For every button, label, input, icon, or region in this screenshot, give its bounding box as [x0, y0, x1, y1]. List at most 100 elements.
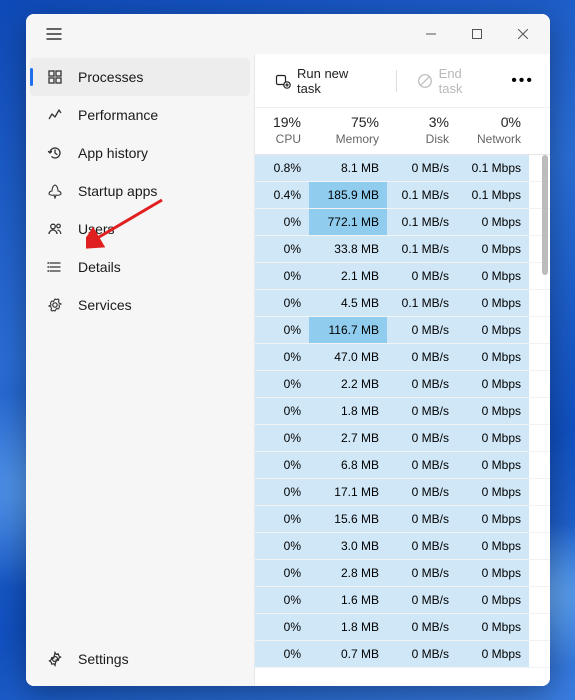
sidebar-item-details[interactable]: Details — [30, 248, 250, 286]
processes-icon — [46, 69, 64, 85]
table-row[interactable]: 0%2.1 MB0 MB/s0 Mbps — [255, 263, 550, 290]
table-row[interactable]: 0%0.7 MB0 MB/s0 Mbps — [255, 641, 550, 668]
cell-memory: 1.8 MB — [309, 614, 387, 640]
column-header-network[interactable]: ⌄ 0% Network — [457, 114, 529, 146]
cell-disk: 0.1 MB/s — [387, 209, 457, 235]
table-row[interactable]: 0%4.5 MB0.1 MB/s0 Mbps — [255, 290, 550, 317]
cell-memory: 1.6 MB — [309, 587, 387, 613]
memory-label: Memory — [336, 132, 379, 146]
column-header-memory[interactable]: 75% Memory — [309, 114, 387, 146]
cell-memory: 1.8 MB — [309, 398, 387, 424]
cell-disk: 0 MB/s — [387, 371, 457, 397]
cell-disk: 0 MB/s — [387, 344, 457, 370]
sidebar-item-users[interactable]: Users — [30, 210, 250, 248]
titlebar — [26, 14, 550, 54]
cell-network: 0 Mbps — [457, 236, 529, 262]
task-manager-window: Processes Performance App history Startup a… — [26, 14, 550, 686]
table-row[interactable]: 0%2.8 MB0 MB/s0 Mbps — [255, 560, 550, 587]
disk-usage-pct: 3% — [429, 114, 449, 130]
cell-network: 0.1 Mbps — [457, 182, 529, 208]
sidebar-item-settings[interactable]: Settings — [30, 640, 250, 678]
scrollbar-thumb[interactable] — [542, 155, 548, 275]
toolbar: Run new task End task ••• — [255, 54, 550, 108]
cell-network: 0 Mbps — [457, 425, 529, 451]
table-row[interactable]: 0%33.8 MB0.1 MB/s0 Mbps — [255, 236, 550, 263]
cell-cpu: 0% — [255, 479, 309, 505]
table-row[interactable]: 0%2.2 MB0 MB/s0 Mbps — [255, 371, 550, 398]
table-row[interactable]: 0%6.8 MB0 MB/s0 Mbps — [255, 452, 550, 479]
cell-network: 0 Mbps — [457, 479, 529, 505]
cell-cpu: 0% — [255, 533, 309, 559]
sidebar-item-label: Processes — [78, 69, 143, 85]
cell-cpu: 0% — [255, 317, 309, 343]
close-button[interactable] — [500, 18, 546, 50]
chevron-down-icon: ⌄ — [503, 112, 511, 123]
cell-cpu: 0% — [255, 398, 309, 424]
run-new-task-button[interactable]: Run new task — [265, 60, 386, 102]
table-row[interactable]: 0.8%8.1 MB0 MB/s0.1 Mbps — [255, 155, 550, 182]
sidebar-item-services[interactable]: Services — [30, 286, 250, 324]
performance-icon — [46, 107, 64, 123]
cell-network: 0 Mbps — [457, 317, 529, 343]
cell-cpu: 0% — [255, 452, 309, 478]
cell-cpu: 0% — [255, 425, 309, 451]
sidebar-item-app-history[interactable]: App history — [30, 134, 250, 172]
cell-memory: 33.8 MB — [309, 236, 387, 262]
table-row[interactable]: 0%116.7 MB0 MB/s0 Mbps — [255, 317, 550, 344]
menu-button[interactable] — [38, 18, 70, 50]
close-icon — [518, 29, 528, 39]
table-row[interactable]: 0%47.0 MB0 MB/s0 Mbps — [255, 344, 550, 371]
history-icon — [46, 145, 64, 161]
cell-cpu: 0.4% — [255, 182, 309, 208]
cell-disk: 0 MB/s — [387, 452, 457, 478]
more-options-button[interactable]: ••• — [505, 68, 540, 94]
run-task-icon — [275, 73, 291, 89]
sidebar: Processes Performance App history Startup a… — [26, 54, 254, 686]
hamburger-icon — [46, 26, 62, 42]
cell-memory: 4.5 MB — [309, 290, 387, 316]
cell-disk: 0.1 MB/s — [387, 236, 457, 262]
sidebar-item-performance[interactable]: Performance — [30, 96, 250, 134]
table-row[interactable]: 0%772.1 MB0.1 MB/s0 Mbps — [255, 209, 550, 236]
table-row[interactable]: 0%15.6 MB0 MB/s0 Mbps — [255, 506, 550, 533]
cell-disk: 0 MB/s — [387, 263, 457, 289]
cell-network: 0 Mbps — [457, 290, 529, 316]
main-panel: Run new task End task ••• 19% CPU 75% Me… — [254, 54, 550, 686]
cell-disk: 0.1 MB/s — [387, 290, 457, 316]
cell-memory: 8.1 MB — [309, 155, 387, 181]
cell-network: 0 Mbps — [457, 587, 529, 613]
table-row[interactable]: 0%2.7 MB0 MB/s0 Mbps — [255, 425, 550, 452]
table-row[interactable]: 0%3.0 MB0 MB/s0 Mbps — [255, 533, 550, 560]
cell-memory: 47.0 MB — [309, 344, 387, 370]
sidebar-item-startup-apps[interactable]: Startup apps — [30, 172, 250, 210]
sidebar-item-label: Details — [78, 259, 121, 275]
column-headers: 19% CPU 75% Memory 3% Disk ⌄ 0% Network — [255, 108, 550, 155]
table-row[interactable]: 0%1.8 MB0 MB/s0 Mbps — [255, 398, 550, 425]
maximize-button[interactable] — [454, 18, 500, 50]
sidebar-item-label: App history — [78, 145, 148, 161]
cell-memory: 185.9 MB — [309, 182, 387, 208]
table-row[interactable]: 0.4%185.9 MB0.1 MB/s0.1 Mbps — [255, 182, 550, 209]
cell-disk: 0 MB/s — [387, 533, 457, 559]
sidebar-item-processes[interactable]: Processes — [30, 58, 250, 96]
end-task-icon — [417, 73, 433, 89]
cell-disk: 0 MB/s — [387, 641, 457, 667]
cell-disk: 0 MB/s — [387, 317, 457, 343]
sidebar-item-label: Settings — [78, 651, 129, 667]
end-task-button: End task — [407, 60, 500, 102]
cell-disk: 0.1 MB/s — [387, 182, 457, 208]
cell-cpu: 0% — [255, 587, 309, 613]
sidebar-item-label: Users — [78, 221, 115, 237]
table-row[interactable]: 0%17.1 MB0 MB/s0 Mbps — [255, 479, 550, 506]
column-header-cpu[interactable]: 19% CPU — [255, 114, 309, 146]
cell-disk: 0 MB/s — [387, 155, 457, 181]
nav-list: Processes Performance App history Startup a… — [26, 58, 254, 640]
cell-cpu: 0% — [255, 209, 309, 235]
column-header-disk[interactable]: 3% Disk — [387, 114, 457, 146]
minimize-button[interactable] — [408, 18, 454, 50]
cell-cpu: 0% — [255, 506, 309, 532]
toolbar-divider — [396, 70, 397, 92]
table-row[interactable]: 0%1.8 MB0 MB/s0 Mbps — [255, 614, 550, 641]
cpu-label: CPU — [276, 132, 301, 146]
table-row[interactable]: 0%1.6 MB0 MB/s0 Mbps — [255, 587, 550, 614]
